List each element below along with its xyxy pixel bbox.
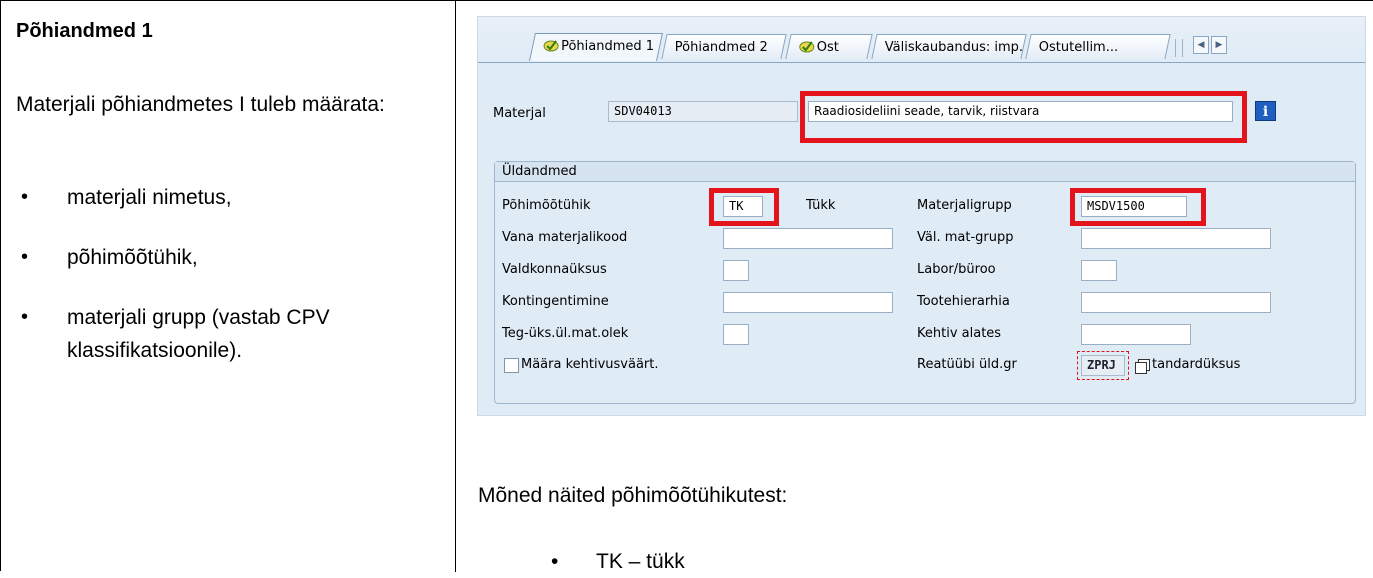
examples-list: TK – tükk — [551, 545, 685, 578]
info-icon[interactable]: i — [1255, 101, 1276, 121]
assign-effectivity-label: Määra kehtivusväärt. — [521, 357, 659, 372]
focus-marker — [1077, 351, 1129, 380]
list-item: materjali grupp (vastab CPV klassifikats… — [16, 301, 367, 367]
tab-pohiandmed-2[interactable]: Põhiandmed 2 — [661, 34, 787, 59]
section-heading: Põhiandmed 1 — [16, 20, 153, 42]
allocation-field[interactable] — [723, 292, 893, 313]
tabstrip: Põhiandmed 1 Põhiandmed 2 Ost Väliskauba… — [478, 17, 1365, 63]
list-item: materjali nimetus, — [16, 181, 367, 214]
sap-material-screen: Põhiandmed 1 Põhiandmed 2 Ost Väliskauba… — [477, 16, 1366, 416]
base-unit-text: Tükk — [806, 198, 836, 213]
tab-pohiandmed-1[interactable]: Põhiandmed 1 — [529, 33, 663, 61]
material-code-field[interactable]: SDV04013 — [608, 101, 798, 122]
division-label: Valdkonnaüksus — [502, 262, 607, 277]
highlight-box — [800, 91, 1247, 143]
requirements-list: materjali nimetus, põhimõõtühik, materja… — [16, 181, 367, 367]
view-maintained-icon — [799, 41, 815, 53]
tab-scroll-right-button[interactable]: ▶ — [1211, 36, 1227, 54]
item-category-text: tandardüksus — [1152, 357, 1241, 372]
tab-scroll-left-button[interactable]: ◀ — [1193, 36, 1209, 54]
lab-office-label: Labor/büroo — [917, 262, 996, 277]
material-group-label: Materjaligrupp — [917, 198, 1012, 213]
group-header — [495, 162, 1355, 182]
allocation-label: Kontingentimine — [502, 294, 609, 309]
tab-label: Ost — [816, 40, 839, 55]
old-material-label: Vana materjalikood — [502, 230, 628, 245]
product-hierarchy-label: Tootehierarhia — [917, 294, 1010, 309]
examples-title: Mõned näited põhimõõtühikutest: — [478, 484, 788, 507]
uldandmed-group: Üldandmed Põhimõõtühik TK Tükk Vana mate… — [494, 161, 1356, 404]
tab-ost[interactable]: Ost — [785, 34, 873, 59]
material-label: Materjal — [493, 106, 546, 121]
view-maintained-icon — [543, 40, 559, 52]
tab-content-border — [478, 62, 1365, 63]
intro-paragraph: Materjali põhiandmetes I tuleb määrata: — [16, 93, 385, 116]
tab-separator — [1175, 39, 1183, 57]
tab-label: Põhiandmed 2 — [674, 40, 768, 55]
left-cell: Põhiandmed 1 Materjali põhiandmetes I tu… — [1, 1, 456, 572]
group-title: Üldandmed — [502, 164, 577, 179]
list-item: TK – tükk — [551, 545, 685, 578]
highlight-box — [709, 188, 779, 226]
ext-material-group-field[interactable] — [1081, 228, 1271, 249]
assign-effectivity-checkbox[interactable] — [504, 358, 519, 373]
tab-label: Põhiandmed 1 — [561, 39, 655, 54]
base-unit-label: Põhimõõtühik — [502, 198, 591, 213]
highlight-box — [1070, 188, 1206, 226]
product-hierarchy-field[interactable] — [1081, 292, 1271, 313]
old-material-field[interactable] — [723, 228, 893, 249]
copy-icon[interactable] — [1135, 359, 1150, 374]
item-category-label: Reatüübi üld.gr — [917, 357, 1017, 372]
xplant-status-label: Teg-üks.ül.mat.olek — [502, 326, 629, 341]
tab-label: Ostutellim... — [1038, 40, 1119, 55]
xplant-status-field[interactable] — [723, 324, 749, 345]
tab-valiskaubandus[interactable]: Väliskaubandus: imp. — [871, 34, 1027, 59]
division-field[interactable] — [723, 260, 749, 281]
tab-ostutellim[interactable]: Ostutellim... — [1025, 34, 1171, 59]
lab-office-field[interactable] — [1081, 260, 1117, 281]
valid-from-label: Kehtiv alates — [917, 326, 1002, 341]
valid-from-field[interactable] — [1081, 324, 1191, 345]
tab-label: Väliskaubandus: imp. — [884, 40, 1024, 55]
list-item: põhimõõtühik, — [16, 241, 367, 274]
ext-material-group-label: Väl. mat-grupp — [917, 230, 1014, 245]
